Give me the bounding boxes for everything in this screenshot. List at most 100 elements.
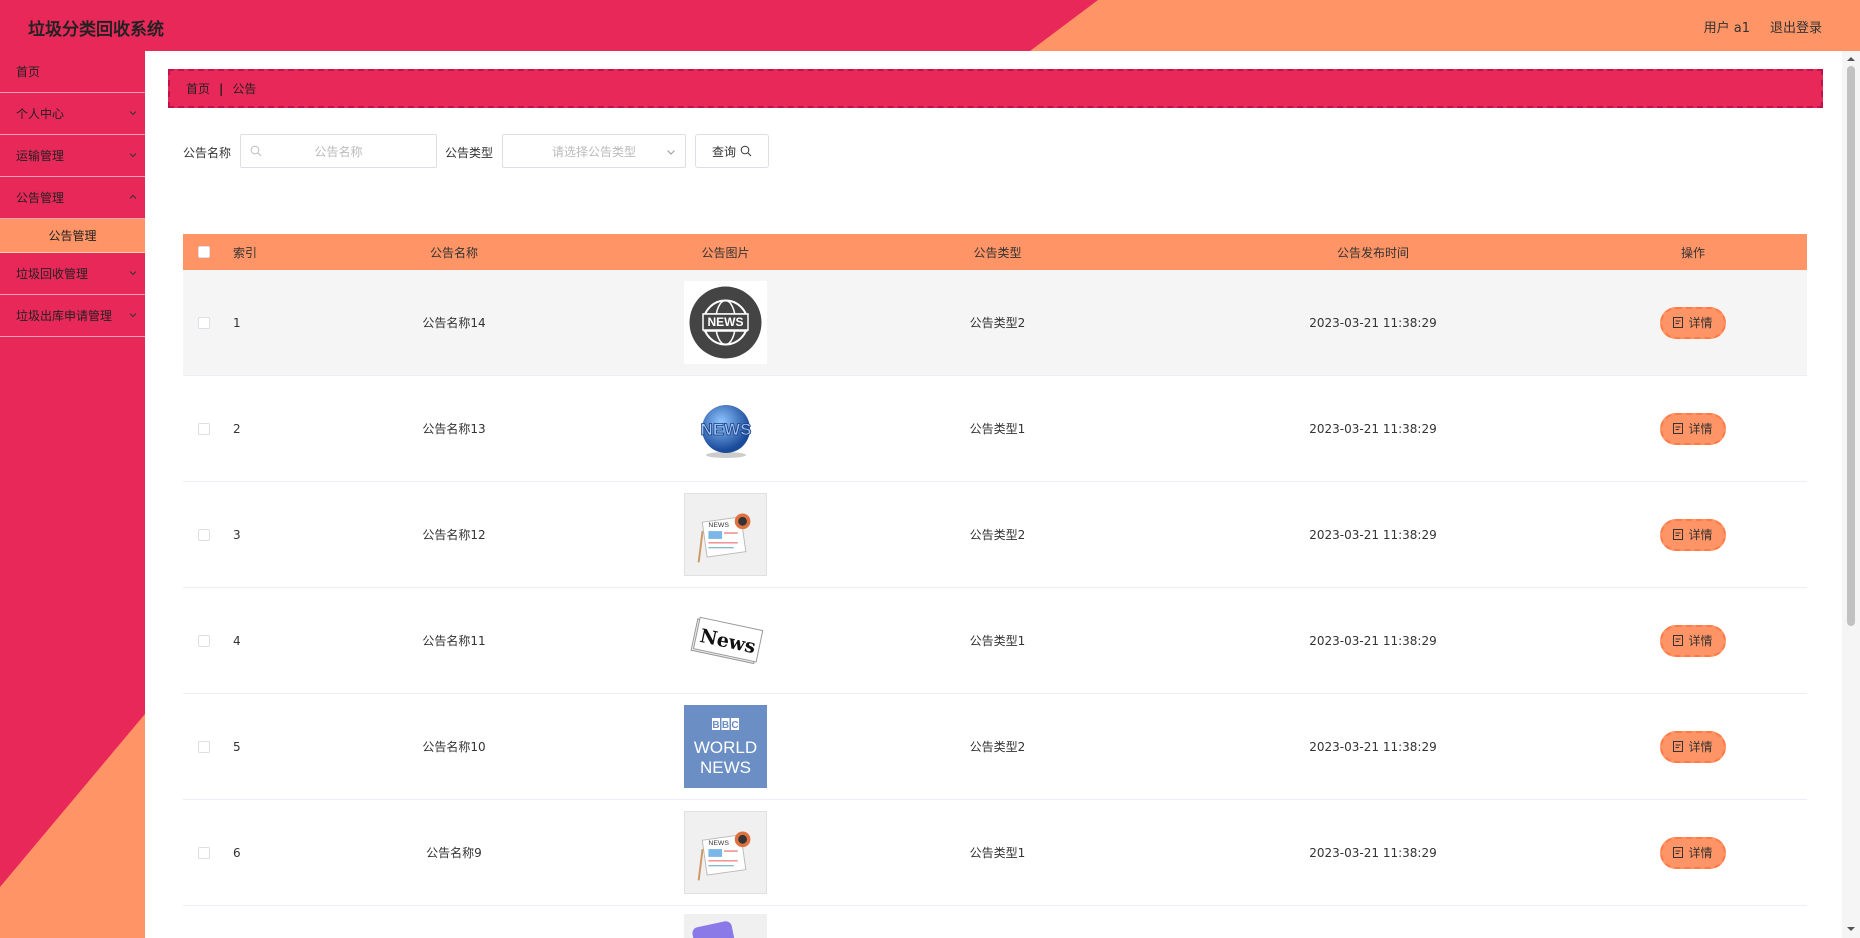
row-index: 4	[233, 633, 241, 648]
user-label[interactable]: 用户 a1	[1704, 17, 1750, 36]
breadcrumb-home[interactable]: 首页	[186, 80, 210, 97]
svg-text:NEWS: NEWS	[708, 840, 729, 847]
row-checkbox[interactable]	[198, 422, 210, 435]
breadcrumb-separator: |	[219, 81, 224, 96]
row-checkbox[interactable]	[198, 316, 210, 329]
news-globe-dark-image: NEWS	[684, 281, 767, 364]
svg-text:WORLD: WORLD	[694, 738, 757, 757]
document-icon	[1673, 423, 1684, 434]
row-checkbox[interactable]	[198, 740, 210, 753]
breadcrumb: 首页 | 公告	[168, 69, 1823, 108]
svg-text:C: C	[731, 720, 738, 731]
detail-button[interactable]: 详情	[1660, 730, 1726, 763]
sidebar-item-garbage-recycling[interactable]: 垃圾回收管理	[0, 253, 145, 295]
sidebar-item-home[interactable]: 首页	[0, 51, 145, 93]
detail-button-label: 详情	[1688, 634, 1713, 648]
column-header-time: 公告发布时间	[1336, 245, 1409, 260]
news-blue-globe-image: NEWS	[684, 387, 767, 470]
row-index: 2	[233, 421, 241, 436]
search-icon	[740, 145, 752, 157]
svg-text:NEWS: NEWS	[708, 522, 729, 529]
scroll-up-arrow-icon[interactable]	[1846, 54, 1856, 64]
row-type: 公告类型2	[969, 528, 1026, 542]
detail-button-label: 详情	[1688, 528, 1713, 542]
sidebar-subitem-notice-management[interactable]: 公告管理	[0, 219, 145, 253]
document-icon	[1673, 529, 1684, 540]
row-checkbox[interactable]	[198, 846, 210, 859]
svg-text:NEWS: NEWS	[701, 420, 752, 439]
news-paper-stack-image: News	[684, 599, 767, 682]
sidebar-item-label: 公告管理	[16, 191, 65, 205]
chevron-down-icon	[129, 153, 137, 158]
row-index: 5	[233, 739, 241, 754]
table-header: 索引 公告名称 公告图片 公告类型 公告发布时间 操作	[183, 234, 1807, 270]
scrollbar-thumb[interactable]	[1847, 66, 1855, 626]
notice-type-placeholder: 请选择公告类型	[551, 144, 636, 159]
app-title: 垃圾分类回收系统	[28, 20, 164, 40]
row-time: 2023-03-21 11:38:29	[1309, 421, 1437, 436]
sidebar-decoration	[0, 714, 145, 938]
newspaper-coffee-image: NEWS	[684, 493, 767, 576]
notice-type-select[interactable]: 请选择公告类型	[502, 134, 686, 168]
sidebar-item-label: 垃圾回收管理	[16, 267, 89, 281]
detail-button-label: 详情	[1688, 846, 1713, 860]
detail-button-label: 详情	[1688, 422, 1713, 436]
row-checkbox[interactable]	[198, 528, 210, 541]
scroll-down-arrow-icon[interactable]	[1846, 924, 1856, 934]
column-header-type: 公告类型	[973, 245, 1022, 260]
row-index: 6	[233, 845, 241, 860]
column-header-actions: 操作	[1680, 245, 1705, 260]
query-button-label: 查询	[711, 144, 736, 159]
svg-text:B: B	[712, 720, 719, 731]
partial-row-image	[684, 914, 767, 938]
document-icon	[1673, 847, 1684, 858]
table-row: 6 公告名称9 NEWS 公告类型1 2023-03-21 11:38:29 详…	[183, 800, 1807, 906]
notice-type-label: 公告类型	[445, 146, 494, 160]
row-type: 公告类型2	[969, 316, 1026, 330]
row-name: 公告名称12	[422, 528, 486, 542]
row-name: 公告名称13	[422, 422, 486, 436]
sidebar-item-label: 个人中心	[16, 107, 65, 121]
table-row: 3 公告名称12 NEWS 公告类型2 2023-03-21 11:38:29	[183, 482, 1807, 588]
breadcrumb-current: 公告	[232, 82, 257, 96]
column-header-name: 公告名称	[429, 245, 478, 260]
vertical-scrollbar[interactable]	[1842, 51, 1860, 938]
detail-button-label: 详情	[1688, 316, 1713, 330]
sidebar-item-personal-center[interactable]: 个人中心	[0, 93, 145, 135]
document-icon	[1673, 317, 1684, 328]
notice-table: 索引 公告名称 公告图片 公告类型 公告发布时间 操作 1 公告名称14 NEW…	[183, 234, 1807, 906]
header-user-area: 用户 a1 退出登录	[1704, 17, 1822, 36]
bbc-world-news-image: B B C WORLD NEWS	[684, 705, 767, 788]
notice-name-label: 公告名称	[183, 146, 232, 160]
row-type: 公告类型1	[969, 846, 1026, 860]
column-header-index: 索引	[233, 245, 258, 260]
notice-name-input[interactable]: 公告名称	[240, 134, 437, 168]
row-index: 1	[233, 315, 241, 330]
search-icon	[250, 145, 262, 157]
newspaper-coffee-image: NEWS	[684, 811, 767, 894]
chevron-down-icon	[129, 111, 137, 116]
chevron-up-icon	[129, 194, 137, 199]
sidebar-item-label: 首页	[16, 65, 41, 79]
detail-button[interactable]: 详情	[1660, 836, 1726, 869]
column-header-image: 公告图片	[701, 245, 750, 260]
svg-text:NEWS: NEWS	[700, 758, 751, 777]
detail-button[interactable]: 详情	[1660, 306, 1726, 339]
select-all-checkbox[interactable]	[198, 246, 210, 258]
sidebar: 首页 个人中心 运输管理 公告管理 公告管理 垃圾回收管理 垃圾出库申请管理	[0, 51, 145, 938]
sidebar-item-notice-management[interactable]: 公告管理	[0, 177, 145, 219]
query-button[interactable]: 查询	[695, 134, 769, 168]
detail-button[interactable]: 详情	[1660, 518, 1726, 551]
row-name: 公告名称14	[422, 316, 486, 330]
sidebar-item-outbound-application[interactable]: 垃圾出库申请管理	[0, 295, 145, 337]
row-type: 公告类型1	[969, 422, 1026, 436]
row-name: 公告名称10	[422, 740, 486, 754]
sidebar-item-label: 运输管理	[16, 149, 65, 163]
logout-button[interactable]: 退出登录	[1770, 17, 1822, 36]
row-checkbox[interactable]	[198, 634, 210, 647]
detail-button[interactable]: 详情	[1660, 624, 1726, 657]
detail-button[interactable]: 详情	[1660, 412, 1726, 445]
table-row: 1 公告名称14 NEWS 公告类型2 2023-03-21 11:38:29 …	[183, 270, 1807, 376]
svg-text:B: B	[722, 720, 729, 731]
sidebar-item-transport[interactable]: 运输管理	[0, 135, 145, 177]
